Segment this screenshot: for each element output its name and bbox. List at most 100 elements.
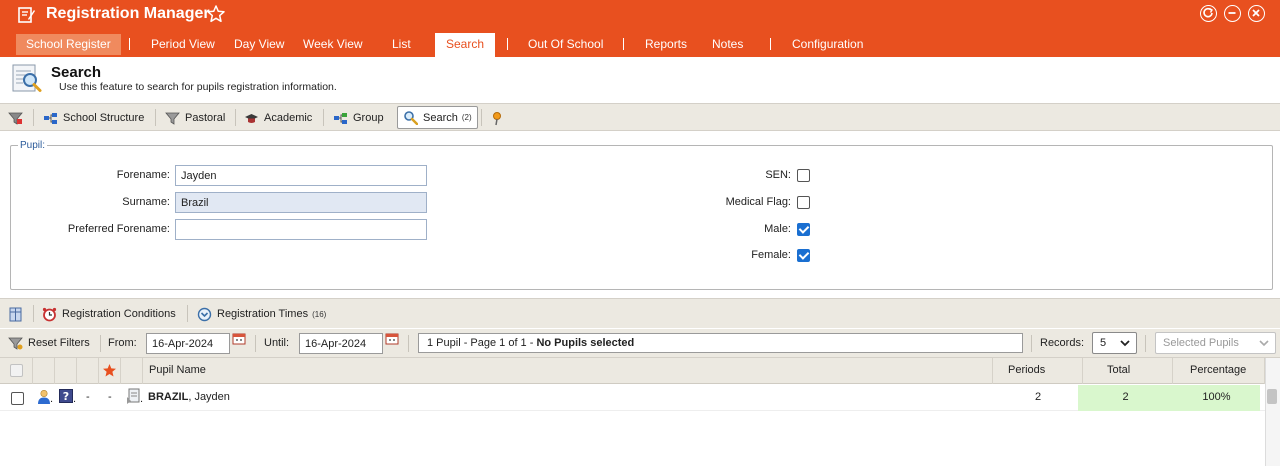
graduation-cap-icon (245, 113, 258, 123)
toolbar-divider (255, 335, 256, 352)
page-header: Search Use this feature to search for pu… (0, 57, 1280, 103)
toolbar-divider (235, 109, 236, 126)
help-question-icon[interactable]: ? (59, 389, 73, 403)
records-value: 5 (1100, 337, 1107, 349)
registration-times-count: (16) (312, 309, 327, 319)
tab-out-of-school[interactable]: Out Of School (528, 34, 603, 57)
tab-list[interactable]: List (392, 34, 411, 57)
from-date-input[interactable]: 16-Apr-2024 (146, 333, 230, 354)
search-toolbar-button[interactable]: Search (2) (397, 106, 478, 129)
selected-pupils-placeholder: Selected Pupils (1163, 337, 1239, 349)
app-title: Registration Manager (46, 5, 210, 22)
tab-configuration[interactable]: Configuration (792, 34, 863, 57)
scrollbar-thumb[interactable] (1267, 389, 1277, 404)
columns-button[interactable] (8, 303, 28, 325)
calendar-icon[interactable] (232, 332, 246, 345)
periods-column[interactable]: Periods (993, 358, 1083, 384)
row-checkbox[interactable] (11, 392, 24, 405)
notes-document-icon[interactable] (126, 388, 141, 405)
group-hierarchy-icon (334, 112, 347, 124)
tab-search[interactable]: Search (435, 33, 496, 57)
filter-menu-button[interactable] (8, 107, 28, 129)
register-icon (18, 7, 35, 23)
table-row[interactable]: . ? . - - . BRAZIL, Jayden 2 2 100% (0, 385, 1265, 411)
chevron-down-icon (1259, 340, 1269, 347)
total-cell: 2 (1078, 385, 1173, 411)
records-select[interactable]: 5 (1092, 332, 1137, 354)
reset-filters-label: Reset Filters (28, 337, 90, 349)
refresh-icon[interactable] (1200, 5, 1217, 22)
academic-label: Academic (264, 112, 313, 124)
favourite-star-icon[interactable] (206, 4, 226, 24)
pupil-person-icon[interactable] (37, 389, 51, 405)
registration-conditions-button[interactable]: Registration Conditions (42, 303, 176, 325)
pupil-name-cell[interactable]: BRAZIL, Jayden (148, 385, 230, 411)
tab-notes[interactable]: Notes (712, 34, 743, 57)
percentage-column[interactable]: Percentage (1173, 358, 1265, 384)
toolbar-divider (323, 109, 324, 126)
pastoral-button[interactable]: Pastoral (165, 107, 225, 129)
minimize-icon[interactable] (1224, 5, 1241, 22)
registration-toolbar: Registration Conditions Registration Tim… (0, 298, 1280, 328)
preferred-forename-input[interactable] (175, 219, 427, 240)
icon-column-2 (55, 358, 77, 384)
search-count-badge: (2) (461, 113, 472, 122)
search-document-icon (12, 64, 42, 92)
registration-conditions-label: Registration Conditions (62, 308, 176, 320)
group-button[interactable]: Group (333, 107, 384, 129)
academic-button[interactable]: Academic (244, 107, 312, 129)
tab-period-view[interactable]: Period View (151, 34, 215, 57)
sen-checkbox[interactable] (797, 169, 810, 182)
pastoral-label: Pastoral (185, 112, 226, 124)
male-checkbox[interactable] (797, 223, 810, 236)
sen-label: SEN: (765, 169, 791, 181)
surname-input[interactable] (175, 192, 427, 213)
toolbar-divider (481, 109, 482, 126)
toolbar-divider (1031, 335, 1032, 352)
registration-times-button[interactable]: Registration Times (16) (197, 303, 326, 325)
hierarchy-icon (44, 112, 57, 124)
school-structure-label: School Structure (63, 112, 145, 124)
records-label: Records: (1040, 337, 1085, 349)
medical-flag-checkbox[interactable] (797, 196, 810, 209)
flag-column[interactable] (99, 358, 121, 384)
close-icon[interactable] (1248, 5, 1265, 22)
grid-header: Pupil Name Periods Total Percentage (0, 358, 1265, 384)
selected-pupils-select[interactable]: Selected Pupils (1155, 332, 1276, 354)
reset-filters-button[interactable]: Reset Filters (8, 332, 90, 354)
medical-flag-label: Medical Flag: (725, 196, 791, 208)
funnel-icon (165, 112, 180, 125)
select-all-checkbox[interactable] (10, 364, 23, 377)
nav-divider (507, 38, 508, 50)
tab-day-view[interactable]: Day View (234, 34, 284, 57)
clock-dropdown-icon (197, 307, 212, 321)
tab-school-register[interactable]: School Register (16, 34, 121, 55)
chevron-down-icon (1120, 340, 1130, 347)
forename-input[interactable] (175, 165, 427, 186)
tab-reports[interactable]: Reports (645, 34, 687, 57)
pagination-text: 1 Pupil - Page 1 of 1 - (427, 337, 537, 349)
female-label: Female: (751, 249, 791, 261)
periods-cell: 2 (1034, 391, 1042, 403)
main-nav: School Register Period View Day View Wee… (0, 30, 1280, 57)
pupil-name-column[interactable]: Pupil Name (143, 358, 993, 384)
total-column[interactable]: Total (1083, 358, 1173, 384)
pagination-status: 1 Pupil - Page 1 of 1 - No Pupils select… (418, 333, 1023, 353)
select-all-column (0, 358, 33, 384)
preferred-forename-label: Preferred Forename: (67, 223, 170, 235)
male-label: Male: (764, 223, 791, 235)
search-toolbar-label: Search (423, 111, 458, 124)
until-date-input[interactable]: 16-Apr-2024 (299, 333, 383, 354)
registration-times-label: Registration Times (217, 308, 309, 320)
page-subtitle: Use this feature to search for pupils re… (59, 81, 337, 93)
pupil-surname: BRAZIL (148, 391, 189, 403)
pin-button[interactable] (490, 107, 510, 129)
female-checkbox[interactable] (797, 249, 810, 262)
pupil-forename: , Jayden (188, 391, 230, 403)
pin-icon (493, 111, 501, 125)
tab-week-view[interactable]: Week View (303, 34, 363, 57)
vertical-scrollbar[interactable] (1265, 358, 1280, 466)
school-structure-button[interactable]: School Structure (43, 107, 144, 129)
nav-divider (623, 38, 624, 50)
calendar-icon[interactable] (385, 332, 399, 345)
